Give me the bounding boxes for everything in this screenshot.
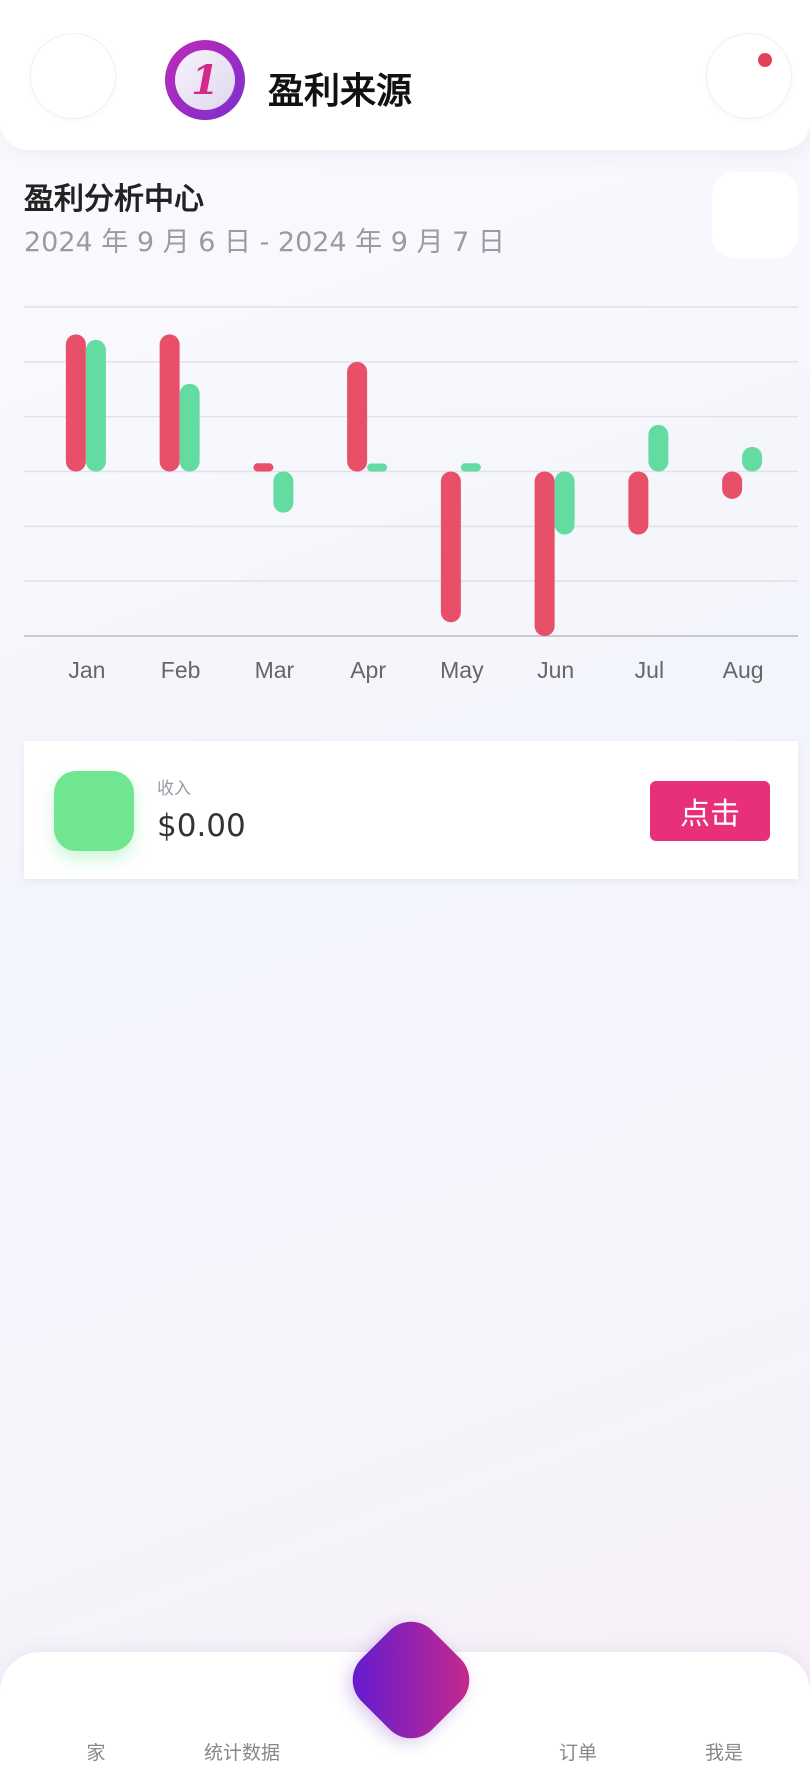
income-icon — [54, 771, 134, 851]
x-tick-label: Apr — [350, 657, 386, 683]
bar-apr-series-2 — [367, 463, 388, 472]
bar-may-series-2 — [460, 463, 481, 472]
x-tick-label: Aug — [723, 657, 764, 683]
click-button[interactable]: 点击 — [650, 781, 770, 841]
bar-jul-series-2 — [648, 424, 669, 472]
nav-stats[interactable]: 统计数据 — [204, 1738, 280, 1765]
bar-mar-series-1 — [253, 463, 274, 472]
app-logo: 1 — [165, 40, 245, 120]
x-tick-label: Jul — [635, 657, 664, 683]
bar-may-series-1 — [440, 471, 461, 623]
bar-jun-series-2 — [554, 471, 575, 535]
income-card: 收入 $0.00 点击 — [24, 741, 798, 879]
logo-mark: 1 — [175, 50, 235, 110]
bar-aug-series-2 — [742, 446, 763, 472]
nav-home[interactable]: 家 — [86, 1738, 105, 1765]
nav-me[interactable]: 我是 — [705, 1738, 743, 1765]
app-root: 1 盈利来源 盈利分析中心 2024 年 9 月 6 日 - 2024 年 9 … — [0, 0, 810, 1782]
bar-feb-series-2 — [179, 383, 200, 472]
x-tick-label: Mar — [255, 657, 295, 683]
filter-button[interactable] — [712, 172, 798, 258]
bar-feb-series-1 — [159, 334, 180, 472]
menu-button[interactable] — [30, 33, 116, 119]
x-tick-label: Jan — [68, 657, 105, 683]
section-title: 盈利分析中心 — [24, 182, 204, 217]
x-tick-label: Feb — [161, 657, 201, 683]
nav-orders[interactable]: 订单 — [559, 1738, 597, 1765]
x-tick-label: Jun — [537, 657, 574, 683]
bar-mar-series-2 — [273, 471, 294, 513]
income-label: 收入 — [157, 779, 191, 799]
bar-jan-series-1 — [65, 334, 86, 472]
app-title: 盈利来源 — [268, 71, 413, 112]
header: 1 盈利来源 — [0, 0, 810, 150]
chart-svg: Jan Feb Mar Apr May Jun Jul Aug — [24, 306, 798, 683]
bar-apr-series-1 — [347, 361, 368, 472]
income-value: $0.00 — [157, 808, 246, 844]
bar-aug-series-1 — [722, 471, 743, 499]
notification-dot — [758, 53, 772, 67]
bar-jul-series-1 — [628, 471, 649, 535]
x-tick-label: May — [440, 657, 484, 683]
notification-button[interactable] — [706, 33, 792, 119]
profit-chart: Jan Feb Mar Apr May Jun Jul Aug — [0, 290, 810, 700]
date-range[interactable]: 2024 年 9 月 6 日 - 2024 年 9 月 7 日 — [24, 220, 505, 259]
bar-jun-series-1 — [534, 471, 555, 636]
bar-jan-series-2 — [85, 339, 106, 472]
